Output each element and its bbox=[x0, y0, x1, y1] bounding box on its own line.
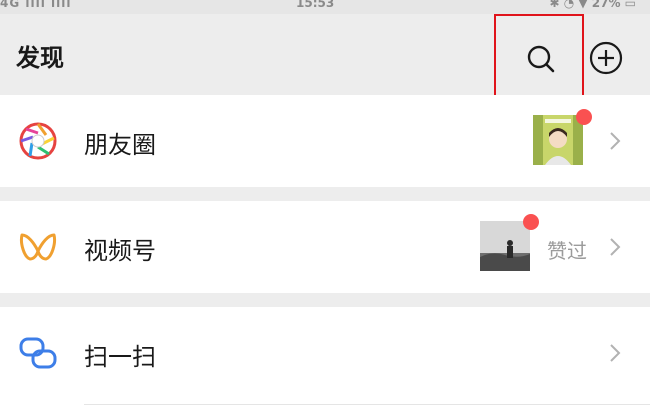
unread-dot bbox=[523, 214, 539, 230]
list-item-label: 扫一扫 bbox=[84, 343, 156, 371]
chevron-right-icon bbox=[610, 344, 621, 362]
page-title: 发现 bbox=[16, 44, 64, 72]
moments-aperture-icon bbox=[19, 122, 57, 160]
list-item-scan[interactable]: 扫一扫 bbox=[0, 307, 650, 405]
liked-label: 赞过 bbox=[547, 239, 587, 263]
channels-icon bbox=[20, 233, 56, 261]
header-bar: 发现 bbox=[0, 14, 650, 100]
list-item-label: 朋友圈 bbox=[84, 131, 156, 159]
scan-icon bbox=[19, 337, 57, 369]
unread-dot bbox=[576, 109, 592, 125]
chevron-right-icon bbox=[610, 238, 621, 256]
signal-indicator: 4G ııll ııll bbox=[0, 0, 72, 10]
status-bar: 4G ııll ııll 15:53 ✱ ◔ ▼ 27% ▭ bbox=[0, 0, 650, 14]
list-item-moments[interactable]: 朋友圈 bbox=[0, 95, 650, 187]
channels-thumbnail bbox=[480, 221, 530, 271]
list-item-label: 视频号 bbox=[84, 237, 156, 265]
search-button[interactable] bbox=[494, 14, 584, 100]
status-icons: ✱ ◔ ▼ 27% ▭ bbox=[549, 0, 636, 10]
search-icon bbox=[527, 45, 555, 73]
list-item-channels[interactable]: 视频号 赞过 bbox=[0, 201, 650, 293]
moments-thumbnail bbox=[533, 115, 583, 165]
status-time: 15:53 bbox=[296, 0, 335, 10]
add-circle-icon[interactable] bbox=[588, 40, 624, 76]
chevron-right-icon bbox=[610, 132, 621, 150]
